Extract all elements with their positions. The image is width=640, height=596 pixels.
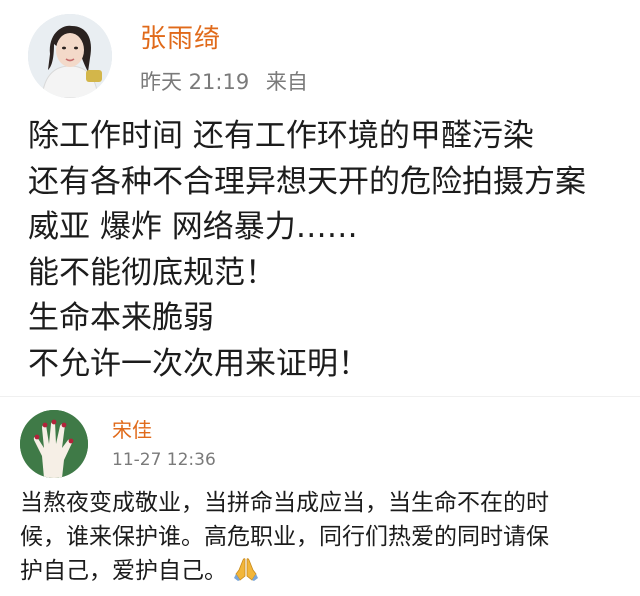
post-line: 不允许一次次用来证明！ (28, 345, 369, 382)
post-line: 除工作时间 还有工作环境的甲醛污染 (28, 118, 534, 154)
post-meta: 昨天 21:19 来自 (140, 66, 318, 96)
divider (0, 396, 640, 397)
post-line: 生命本来脆弱 (28, 300, 214, 336)
post-line: 威亚 爆炸 网络暴力…… (28, 209, 358, 245)
author-avatar[interactable] (28, 14, 112, 98)
post-source[interactable]: 来自 (266, 70, 308, 94)
praying-hands-icon (234, 558, 258, 581)
post-line: 能不能彻底规范！ (28, 254, 276, 291)
post-line: 还有各种不合理异想天开的危险拍摄方案 (28, 163, 586, 200)
comment-item: 宋佳 11-27 12:36 当熬夜变成敬业，当拼命当成应当，当生命不在的时 候… (0, 400, 640, 596)
painted-hand-icon (20, 410, 88, 478)
comment-content: 当熬夜变成敬业，当拼命当成应当，当生命不在的时 候，谁来保护谁。高危职业，同行们… (20, 486, 632, 588)
person-portrait-icon (28, 14, 112, 98)
comment-time: 11-27 12:36 (112, 450, 216, 470)
comment-line: 候，谁来保护谁。高危职业，同行们热爱的同时请保 (20, 524, 549, 550)
commenter-name[interactable]: 宋佳 (112, 414, 152, 443)
post-content: 除工作时间 还有工作环境的甲醛污染 还有各种不合理异想天开的危险拍摄方案 威亚 … (28, 114, 628, 387)
post-time: 昨天 21:19 (140, 70, 250, 94)
author-name[interactable]: 张雨绮 (140, 18, 221, 55)
weibo-post: 张雨绮 昨天 21:19 来自 除工作时间 还有工作环境的甲醛污染 还有各种不合… (0, 0, 640, 400)
comment-line: 当熬夜变成敬业，当拼命当成应当，当生命不在的时 (20, 490, 549, 516)
commenter-avatar[interactable] (20, 410, 88, 478)
comment-line-text: 护自己，爱护自己。 (20, 558, 227, 584)
comment-line: 护自己，爱护自己。 (20, 554, 632, 588)
